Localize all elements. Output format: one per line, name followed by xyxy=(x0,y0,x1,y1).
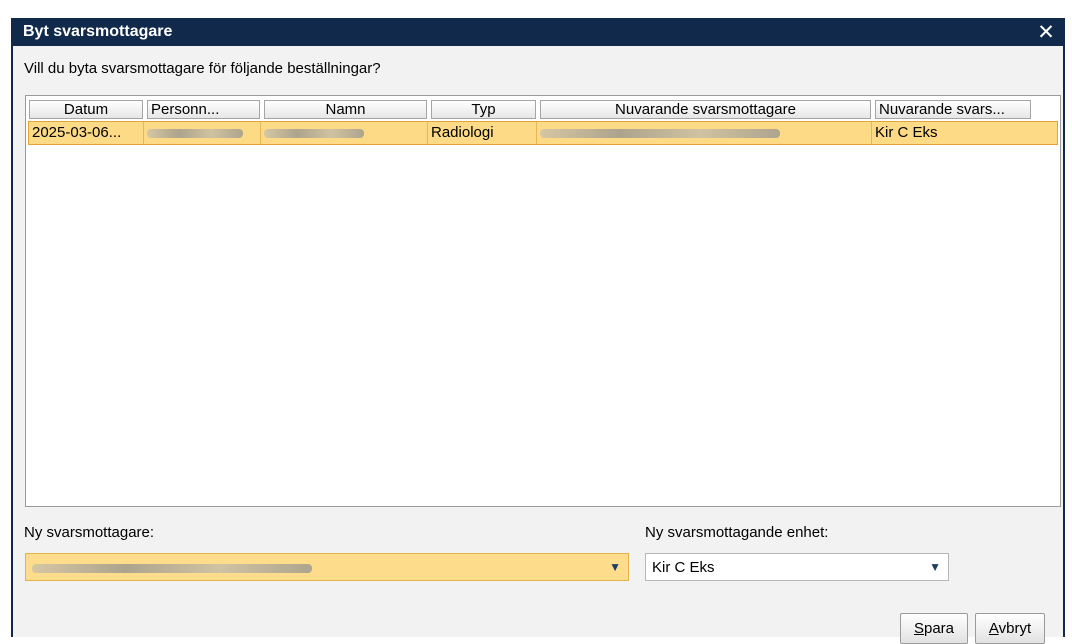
unit-label: Ny svarsmottagande enhet: xyxy=(645,524,829,541)
cell-datum: 2025-03-06... xyxy=(29,122,144,144)
cell-namn xyxy=(261,122,428,144)
column-header-typ[interactable]: Typ xyxy=(431,100,536,119)
cell-typ: Radiologi xyxy=(428,122,537,144)
unit-value: Kir C Eks xyxy=(652,559,715,576)
table-row[interactable]: 2025-03-06... Radiologi Kir C Eks xyxy=(28,121,1058,145)
column-header-personnummer[interactable]: Personn... xyxy=(147,100,260,119)
chevron-down-icon[interactable]: ▼ xyxy=(609,560,621,574)
column-header-datum[interactable]: Datum xyxy=(29,100,143,119)
save-mnemonic: S xyxy=(913,620,924,637)
recipient-value xyxy=(32,559,312,576)
unit-select[interactable]: Kir C Eks ▼ xyxy=(645,553,949,581)
cell-personnummer xyxy=(144,122,261,144)
orders-table: Datum Personn... Namn Typ Nuvarande svar… xyxy=(25,95,1061,507)
redacted-new-recipient xyxy=(32,563,312,573)
cell-nuvarande-enhet: Kir C Eks xyxy=(875,124,938,141)
recipient-label: Ny svarsmottagare: xyxy=(24,524,155,541)
redacted-personnummer xyxy=(147,128,243,138)
dialog-title: Byt svarsmottagare xyxy=(23,23,173,40)
cell-nuvarande-svarsmottagare xyxy=(537,122,872,144)
save-button[interactable]: Spara xyxy=(900,613,968,644)
cancel-mnemonic: A xyxy=(988,620,999,637)
question-text: Vill du byta svarsmottagare för följande… xyxy=(24,60,381,77)
save-label: para xyxy=(923,620,955,637)
redacted-namn xyxy=(264,128,364,138)
column-header-nuvarande-enhet[interactable]: Nuvarande svars... xyxy=(875,100,1031,119)
cancel-button[interactable]: Avbryt xyxy=(975,613,1045,644)
close-icon[interactable]: ✕ xyxy=(1033,18,1059,46)
dialog-titlebar: Byt svarsmottagare ✕ xyxy=(13,18,1063,46)
cancel-label: vbryt xyxy=(998,620,1032,637)
redacted-recipient xyxy=(540,128,780,138)
recipient-select[interactable]: ▼ xyxy=(25,553,629,581)
column-header-nuvarande-svarsmottagare[interactable]: Nuvarande svarsmottagare xyxy=(540,100,871,119)
chevron-down-icon[interactable]: ▼ xyxy=(929,560,941,574)
column-header-namn[interactable]: Namn xyxy=(264,100,427,119)
change-recipient-dialog: Byt svarsmottagare ✕ Vill du byta svarsm… xyxy=(11,18,1065,644)
